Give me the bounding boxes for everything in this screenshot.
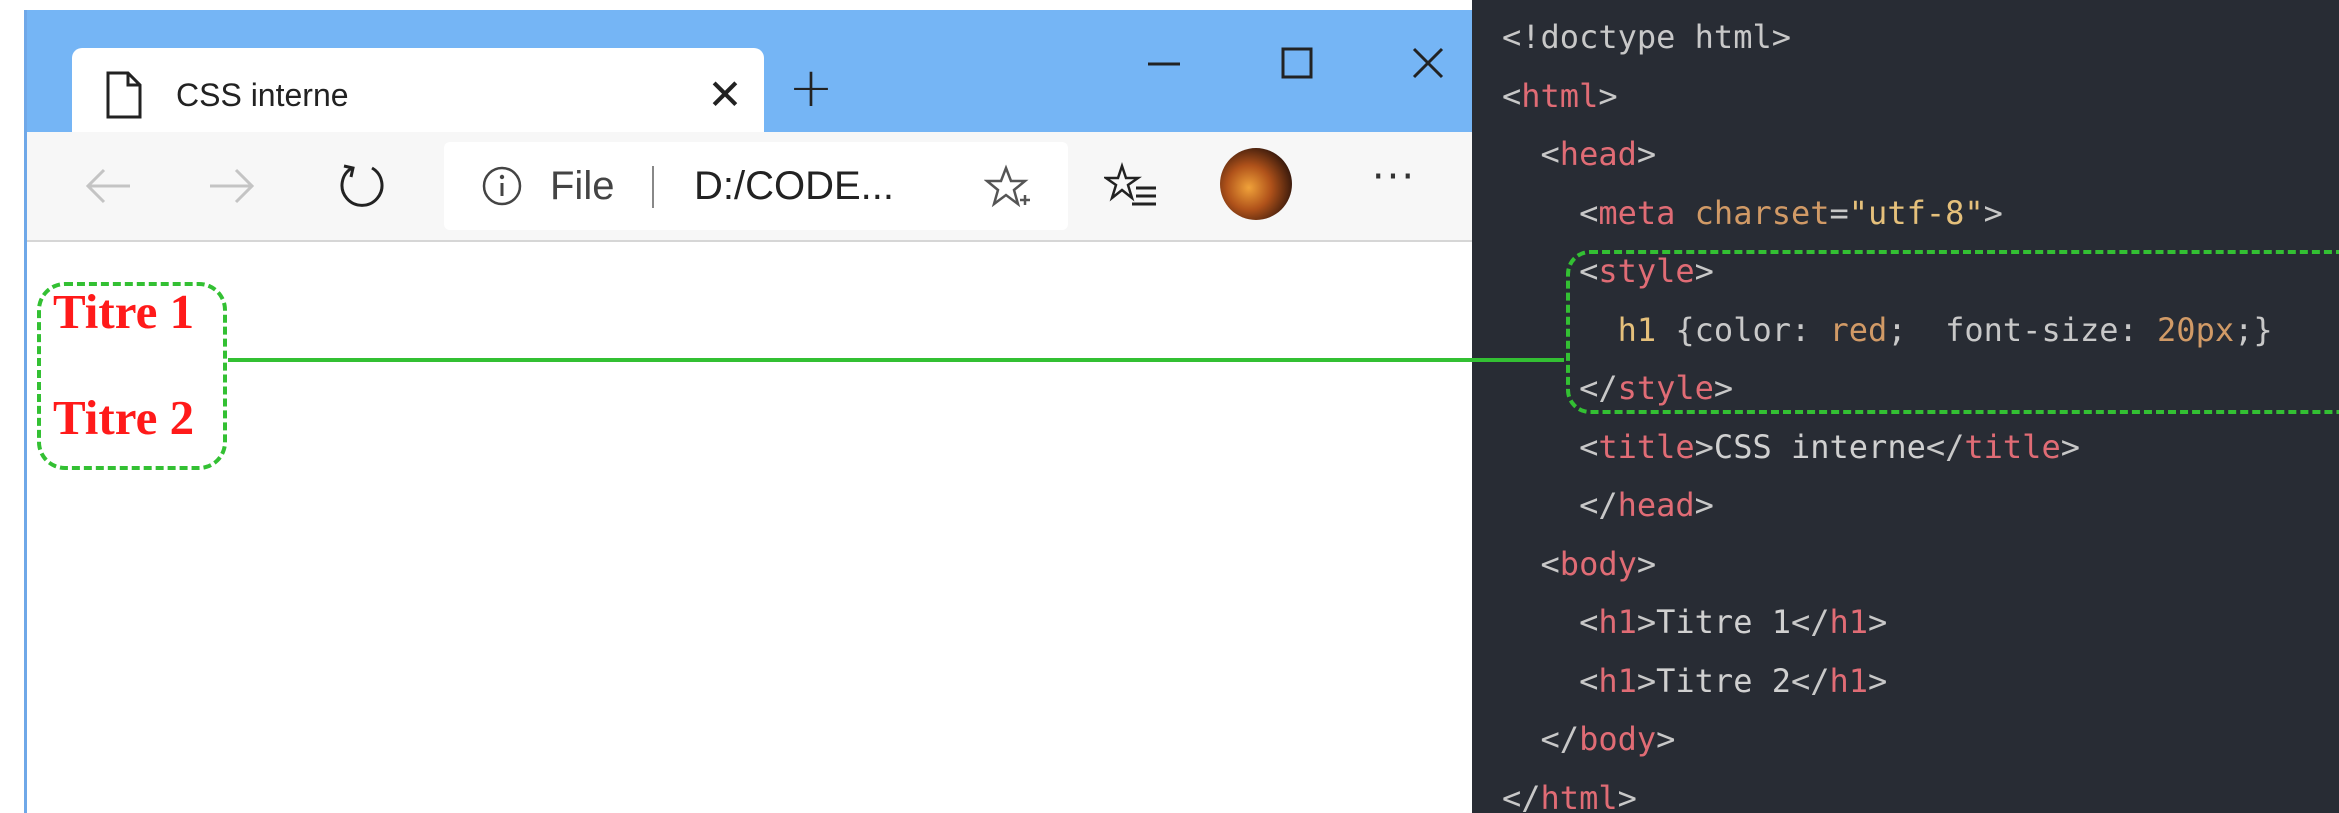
code-line: </head> [1502,476,1714,534]
code-line: <body> [1502,535,1657,593]
back-arrow-icon[interactable] [80,158,136,214]
code-token: </ [1502,720,1580,758]
title-bar: CSS interne ✕ + [24,10,1472,142]
code-token: > [1868,661,1888,700]
code-token: < [1502,193,1599,232]
code-token: < [1502,135,1560,173]
code-token: < [1502,544,1560,583]
code-line: <html> [1502,67,1618,125]
close-icon[interactable]: ✕ [700,70,750,120]
address-separator [652,166,654,208]
code-token: < [1502,603,1599,641]
code-token: </ [1502,486,1618,524]
code-token: <!doctype html> [1502,18,1791,56]
plus-icon[interactable]: + [786,61,836,115]
code-token: > [1636,603,1657,641]
code-line: <h1>Titre 2</h1> [1502,652,1887,710]
code-token: title [1964,427,2061,466]
heading-1: Titre 1 [53,284,195,339]
code-token: > [1694,486,1714,524]
minimize-icon[interactable] [1134,38,1194,92]
code-token: > [1636,544,1657,583]
address-bar[interactable]: File D:/CODE... [444,142,1068,230]
code-token: < [1502,661,1599,700]
code-token: > [1983,193,2003,232]
code-token: > [1694,427,1714,466]
code-token: > [1636,135,1657,173]
forward-arrow-icon[interactable] [204,158,260,214]
maximize-icon[interactable] [1266,38,1326,92]
address-url[interactable]: D:/CODE... [694,160,894,212]
window-close-icon[interactable] [1398,38,1458,92]
connector-line [228,358,1564,362]
code-token: meta [1598,193,1676,232]
code-token: > [2060,427,2080,466]
code-token: charset [1694,193,1830,232]
code-token: head [1617,486,1695,524]
star-icon[interactable] [984,164,1032,212]
code-token: "utf-8" [1848,193,1984,232]
code-token: </ [1790,661,1830,700]
code-token: h1 [1829,661,1869,700]
code-line: <title>CSS interne</title> [1502,418,2080,476]
code-token: h1 [1829,603,1869,641]
code-token: < [1502,76,1522,115]
code-token: html [1521,76,1599,115]
code-token: body [1579,720,1657,758]
tab-css-interne[interactable]: CSS interne ✕ [72,48,764,142]
code-token: </ [1790,603,1830,641]
tab-title: CSS interne [176,77,349,113]
page-viewport: Titre 1 Titre 2 [27,242,1472,813]
code-token: body [1559,544,1637,583]
code-token: h1 [1598,603,1637,641]
favorites-icon[interactable] [1104,158,1160,214]
code-line: <h1>Titre 1</h1> [1502,593,1887,651]
page-icon [106,71,142,119]
code-line: </body> [1502,710,1676,768]
code-token: html [1540,778,1618,813]
info-icon[interactable] [480,164,524,208]
heading-2: Titre 2 [53,390,195,445]
code-line: </html> [1502,769,1637,813]
reload-icon[interactable] [334,158,390,214]
avatar[interactable] [1220,148,1292,220]
code-token: > [1636,661,1657,700]
code-token: = [1829,193,1849,232]
more-icon[interactable]: ··· [1364,152,1424,212]
style-highlight-box [1566,250,2339,414]
code-token: head [1559,135,1637,173]
code-line: <meta charset="utf-8"> [1502,184,2003,242]
code-token: CSS interne [1713,427,1926,466]
code-line: <!doctype html> [1502,8,1791,66]
code-token: > [1598,76,1618,115]
toolbar: File D:/CODE... ··· [24,132,1472,242]
code-line: <head> [1502,125,1657,183]
code-token: Titre 2 [1656,661,1791,700]
code-token: title [1598,427,1695,466]
code-token: > [1656,720,1676,758]
code-token: h1 [1598,661,1637,700]
code-token: < [1502,427,1599,466]
address-scheme: File [550,164,615,208]
code-token: > [1617,778,1637,813]
code-token: </ [1502,778,1541,813]
code-token: </ [1925,427,1965,466]
code-editor: <!doctype html> <html> <head> <meta chars… [1472,0,2339,813]
code-token: Titre 1 [1656,603,1791,641]
code-token: > [1868,603,1888,641]
